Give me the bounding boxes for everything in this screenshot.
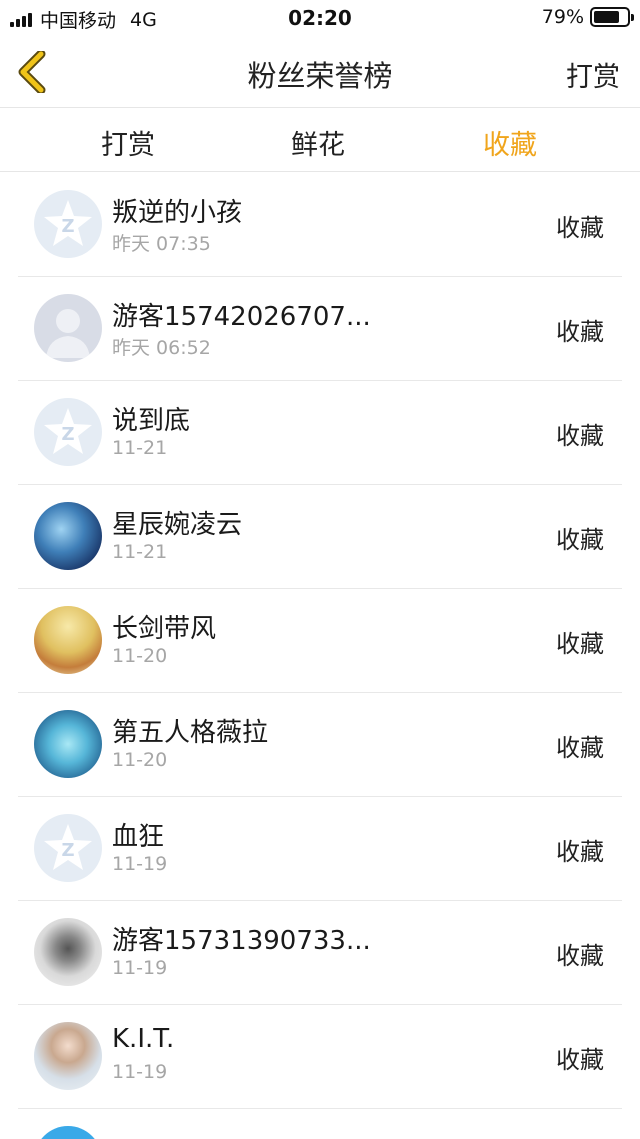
battery-fill bbox=[594, 11, 620, 23]
fan-name: 长剑带风 bbox=[112, 614, 217, 644]
list-item[interactable]: Z 血狂 11-19 收藏 bbox=[0, 797, 640, 901]
anime-avatar bbox=[34, 502, 102, 570]
fan-time: 11-19 bbox=[112, 853, 168, 875]
tab-flowers[interactable]: 鲜花 bbox=[258, 123, 378, 162]
page-title: 粉丝荣誉榜 bbox=[247, 59, 393, 93]
sketch-avatar bbox=[34, 918, 102, 986]
list-item[interactable]: 游客15731390733... 11-19 收藏 bbox=[0, 901, 640, 1005]
hair-avatar bbox=[34, 606, 102, 674]
fan-time: 11-21 bbox=[112, 541, 168, 563]
tab-bar: 打赏 鲜花 收藏 bbox=[0, 109, 640, 172]
fan-action: 收藏 bbox=[556, 526, 604, 554]
tab-reward[interactable]: 打赏 bbox=[68, 123, 188, 162]
list-item[interactable]: Z 说到底 11-21 收藏 bbox=[0, 381, 640, 485]
status-bar: 中国移动 4G 02:20 79% bbox=[0, 0, 640, 36]
fan-time: 昨天 07:35 bbox=[112, 233, 211, 255]
fan-name: K.I.T. bbox=[112, 1024, 175, 1054]
battery-percent: 79% bbox=[541, 6, 584, 28]
list-item[interactable]: K.I.T. 11-19 收藏 bbox=[0, 1005, 640, 1109]
svg-text:Z: Z bbox=[61, 424, 74, 445]
battery-icon bbox=[590, 7, 634, 27]
fan-name: 说到底 bbox=[112, 406, 191, 436]
list-item[interactable]: Z 叛逆的小孩 昨天 07:35 收藏 bbox=[0, 173, 640, 277]
anime-avatar bbox=[34, 710, 102, 778]
fan-action: 收藏 bbox=[556, 838, 604, 866]
fan-action: 收藏 bbox=[556, 942, 604, 970]
svg-text:Z: Z bbox=[61, 840, 74, 861]
fan-time: 11-20 bbox=[112, 749, 168, 771]
qzone-star-avatar: Z bbox=[34, 190, 102, 258]
fan-time: 11-19 bbox=[112, 957, 168, 979]
list-item[interactable]: 星辰婉凌云 11-21 收藏 bbox=[0, 485, 640, 589]
avatar bbox=[34, 1126, 102, 1139]
fan-time: 11-19 bbox=[112, 1061, 168, 1083]
svg-text:Z: Z bbox=[61, 216, 74, 237]
reward-button[interactable]: 打赏 bbox=[566, 55, 620, 94]
fan-name: 血狂 bbox=[112, 822, 165, 852]
fan-name: 游客15742026707... bbox=[112, 302, 371, 332]
fan-time: 11-20 bbox=[112, 645, 168, 667]
nav-bar: 粉丝荣誉榜 打赏 bbox=[0, 36, 640, 108]
fan-name: 星辰婉凌云 bbox=[112, 510, 243, 540]
qzone-star-avatar: Z bbox=[34, 814, 102, 882]
fan-list: Z 叛逆的小孩 昨天 07:35 收藏 游客15742026707... 昨天 … bbox=[0, 173, 640, 1139]
fan-time: 11-21 bbox=[112, 437, 168, 459]
list-item[interactable]: 长剑带风 11-20 收藏 bbox=[0, 589, 640, 693]
fan-name: 叛逆的小孩 bbox=[112, 198, 243, 228]
fan-action: 收藏 bbox=[556, 1046, 604, 1074]
fan-action: 收藏 bbox=[556, 734, 604, 762]
status-right: 79% bbox=[541, 6, 634, 28]
guest-silhouette-avatar bbox=[34, 294, 102, 362]
list-item[interactable]: 游客15742026707... 昨天 06:52 收藏 bbox=[0, 277, 640, 381]
fan-action: 收藏 bbox=[556, 630, 604, 658]
list-item[interactable]: 第五人格薇拉 11-20 收藏 bbox=[0, 693, 640, 797]
fan-action: 收藏 bbox=[556, 214, 604, 242]
fan-action: 收藏 bbox=[556, 318, 604, 346]
fan-name: 第五人格薇拉 bbox=[112, 718, 269, 748]
fan-action: 收藏 bbox=[556, 422, 604, 450]
photo-avatar bbox=[34, 1022, 102, 1090]
fan-name: 游客15731390733... bbox=[112, 926, 371, 956]
list-item[interactable] bbox=[0, 1109, 640, 1139]
qzone-star-avatar: Z bbox=[34, 398, 102, 466]
tab-favorites[interactable]: 收藏 bbox=[450, 123, 570, 162]
fan-time: 昨天 06:52 bbox=[112, 337, 211, 359]
